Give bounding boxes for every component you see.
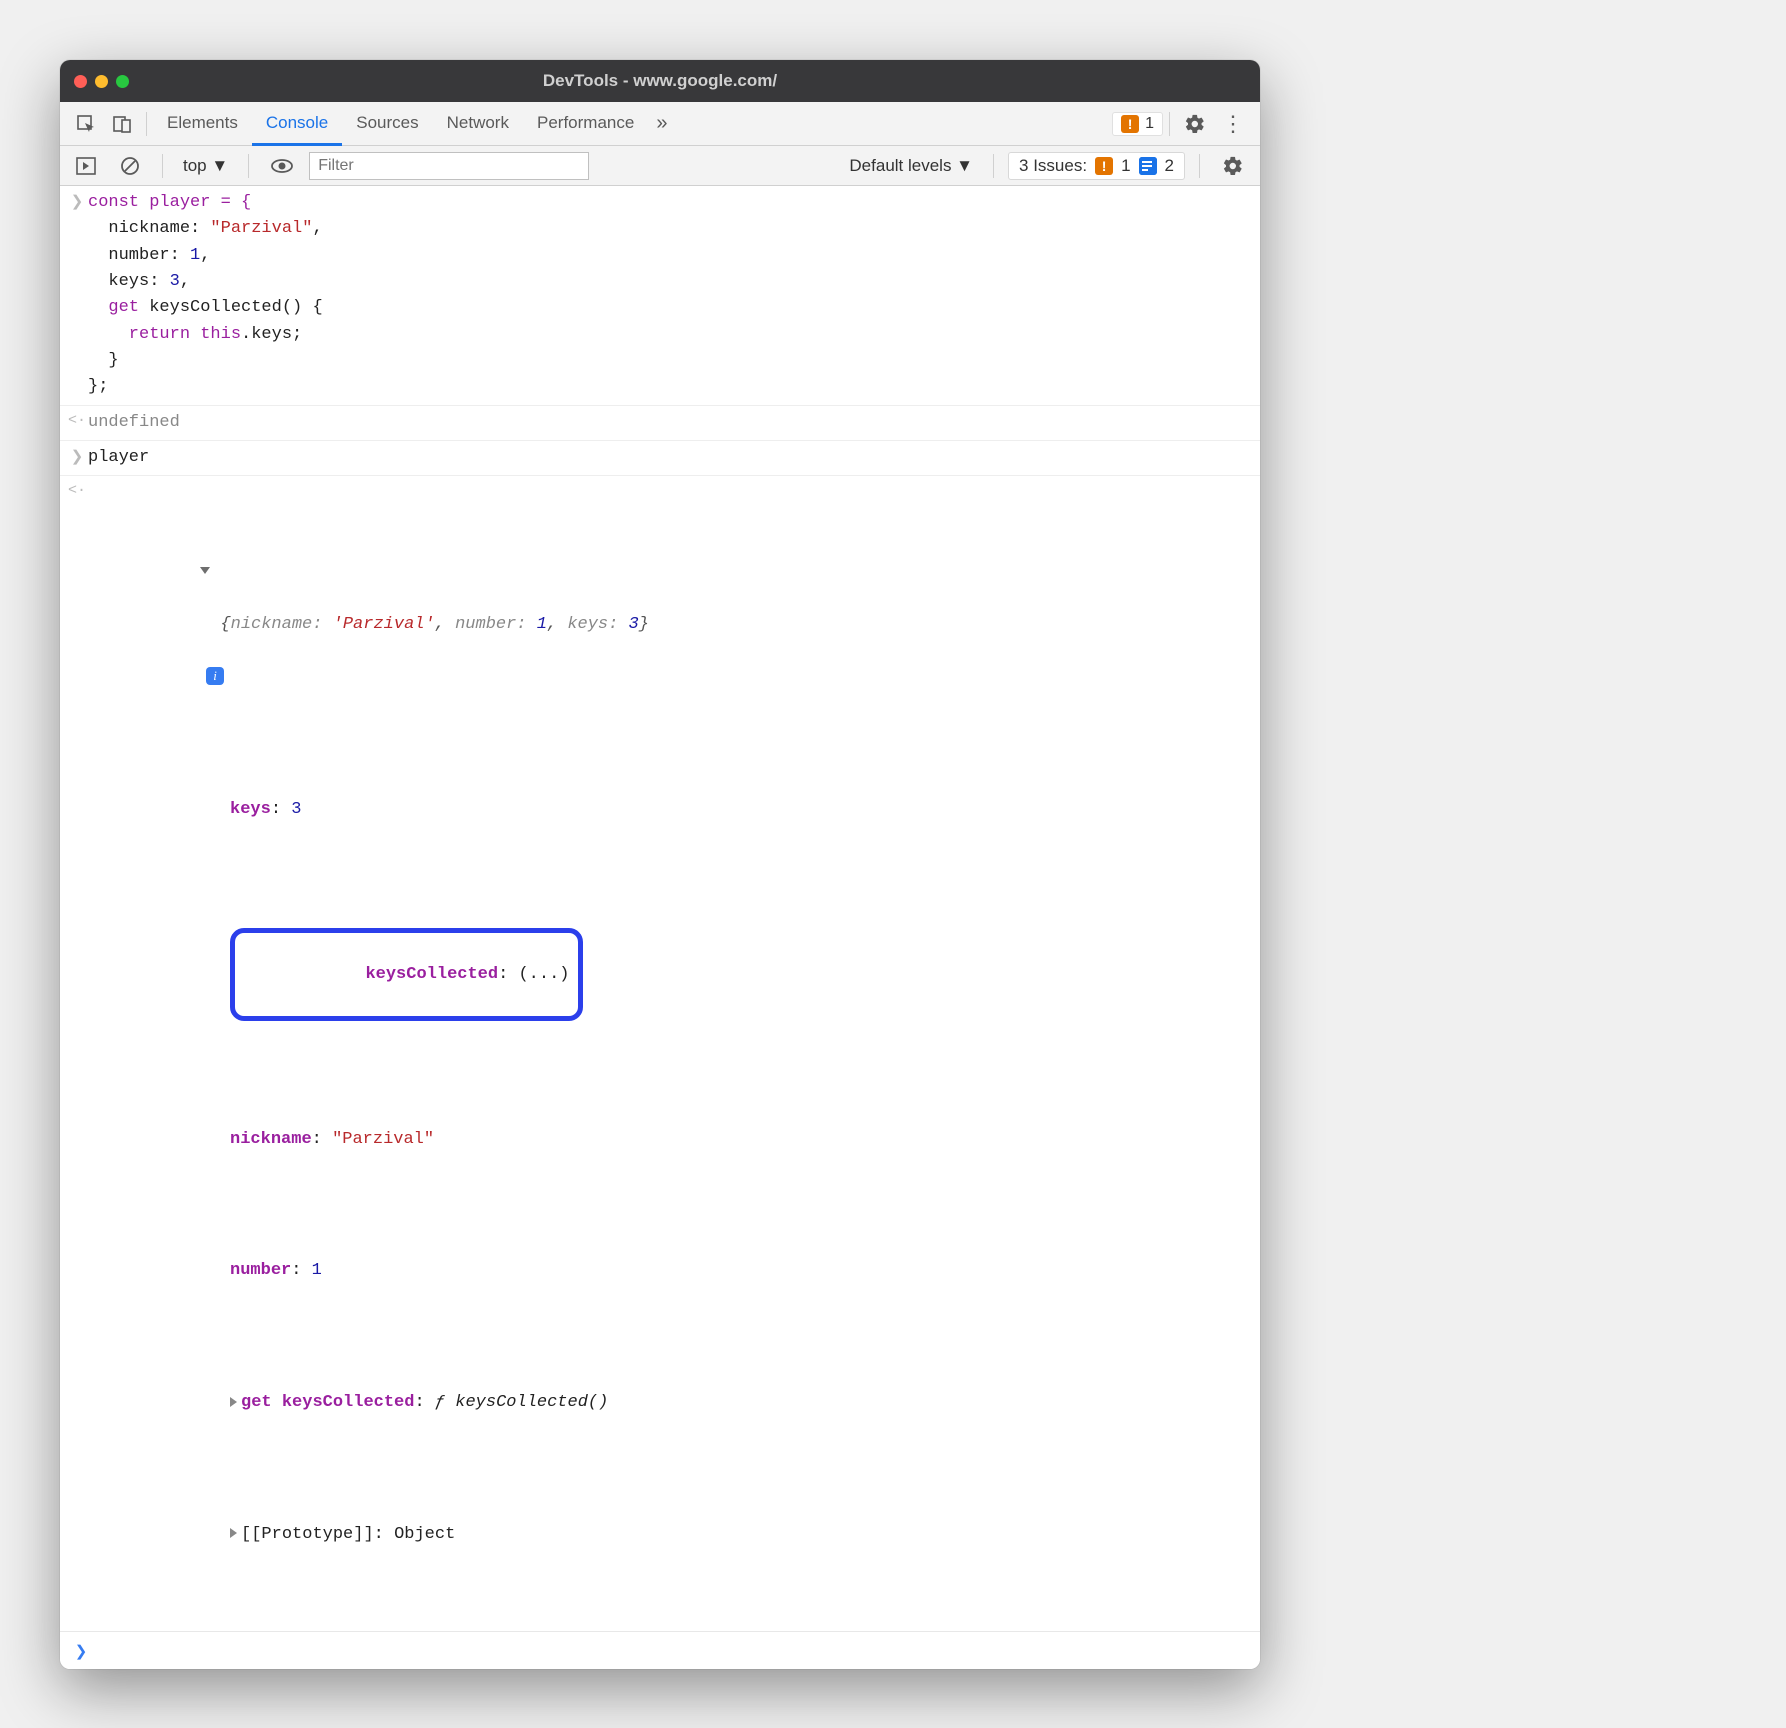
close-window-button[interactable] — [74, 75, 87, 88]
clear-console-icon[interactable] — [112, 150, 148, 182]
property-keys[interactable]: keys: 3 — [88, 770, 1250, 849]
expand-arrow-icon[interactable] — [230, 1397, 237, 1407]
kebab-menu-icon[interactable]: ⋮ — [1214, 105, 1252, 143]
tab-console[interactable]: Console — [252, 103, 342, 146]
filter-input[interactable] — [309, 152, 589, 180]
undefined-result: undefined — [88, 410, 1250, 436]
expand-arrow-icon[interactable] — [230, 1528, 237, 1538]
tab-performance[interactable]: Performance — [523, 103, 648, 146]
input-chevron-icon: ❯ — [66, 190, 88, 211]
issues-info-count: 2 — [1165, 156, 1174, 176]
warnings-badge[interactable]: ! 1 — [1112, 112, 1163, 136]
console-output-row: <· {nickname: 'Parzival', number: 1, key… — [60, 476, 1260, 1631]
live-expression-icon[interactable] — [263, 152, 301, 180]
warning-icon: ! — [1095, 157, 1113, 175]
code-input[interactable]: player — [88, 445, 1250, 471]
warning-icon: ! — [1121, 115, 1139, 133]
log-levels-selector[interactable]: Default levels ▼ — [843, 152, 979, 180]
issues-badge[interactable]: 3 Issues: ! 1 2 — [1008, 152, 1185, 180]
highlight-annotation: keysCollected: (...) — [230, 928, 582, 1021]
inspect-element-icon[interactable] — [68, 108, 104, 140]
output-chevron-icon: <· — [66, 480, 88, 499]
expand-arrow-icon[interactable] — [200, 567, 210, 574]
console-prompt[interactable]: ❯ — [60, 1631, 1260, 1669]
tab-elements[interactable]: Elements — [153, 103, 252, 146]
output-chevron-icon: <· — [66, 410, 88, 429]
console-output-row: <· undefined — [60, 406, 1260, 441]
context-selector[interactable]: top ▼ — [177, 152, 234, 180]
main-tabbar: Elements Console Sources Network Perform… — [60, 102, 1260, 146]
info-badge-icon[interactable]: i — [206, 667, 224, 685]
issues-label: 3 Issues: — [1019, 156, 1087, 176]
titlebar: DevTools - www.google.com/ — [60, 60, 1260, 102]
tab-sources[interactable]: Sources — [342, 103, 432, 146]
separator — [1199, 154, 1200, 178]
console-input-row: ❯ player — [60, 441, 1260, 476]
more-tabs-icon[interactable]: » — [648, 106, 675, 141]
property-number[interactable]: number: 1 — [88, 1232, 1250, 1311]
toggle-sidebar-icon[interactable] — [68, 151, 104, 181]
separator — [1169, 112, 1170, 136]
separator — [146, 112, 147, 136]
separator — [162, 154, 163, 178]
warning-count: 1 — [1145, 115, 1154, 133]
code-block[interactable]: const player = { nickname: "Parzival", n… — [88, 190, 1250, 401]
console-toolbar: top ▼ Default levels ▼ 3 Issues: ! 1 2 — [60, 146, 1260, 186]
object-summary-line[interactable]: {nickname: 'Parzival', number: 1, keys: … — [88, 533, 1250, 717]
console-body: ❯ const player = { nickname: "Parzival",… — [60, 186, 1260, 1669]
traffic-lights — [74, 75, 129, 88]
object-output: {nickname: 'Parzival', number: 1, keys: … — [88, 480, 1250, 1627]
property-prototype[interactable]: [[Prototype]]: Object — [88, 1496, 1250, 1575]
separator — [993, 154, 994, 178]
minimize-window-button[interactable] — [95, 75, 108, 88]
settings-icon[interactable] — [1176, 107, 1214, 141]
devtools-window: DevTools - www.google.com/ Elements Cons… — [60, 60, 1260, 1669]
zoom-window-button[interactable] — [116, 75, 129, 88]
property-getter[interactable]: get keysCollected: ƒ keysCollected() — [88, 1364, 1250, 1443]
console-settings-icon[interactable] — [1214, 149, 1252, 183]
property-nickname[interactable]: nickname: "Parzival" — [88, 1100, 1250, 1179]
console-input-row: ❯ const player = { nickname: "Parzival",… — [60, 186, 1260, 406]
tab-network[interactable]: Network — [433, 103, 523, 146]
property-keyscollected[interactable]: keysCollected: (...) — [88, 902, 1250, 1048]
device-toolbar-icon[interactable] — [104, 108, 140, 140]
input-chevron-icon: ❯ — [66, 445, 88, 466]
prompt-chevron-icon: ❯ — [70, 1640, 92, 1661]
separator — [248, 154, 249, 178]
issues-warn-count: 1 — [1121, 156, 1130, 176]
window-title: DevTools - www.google.com/ — [60, 71, 1260, 91]
info-icon — [1139, 157, 1157, 175]
